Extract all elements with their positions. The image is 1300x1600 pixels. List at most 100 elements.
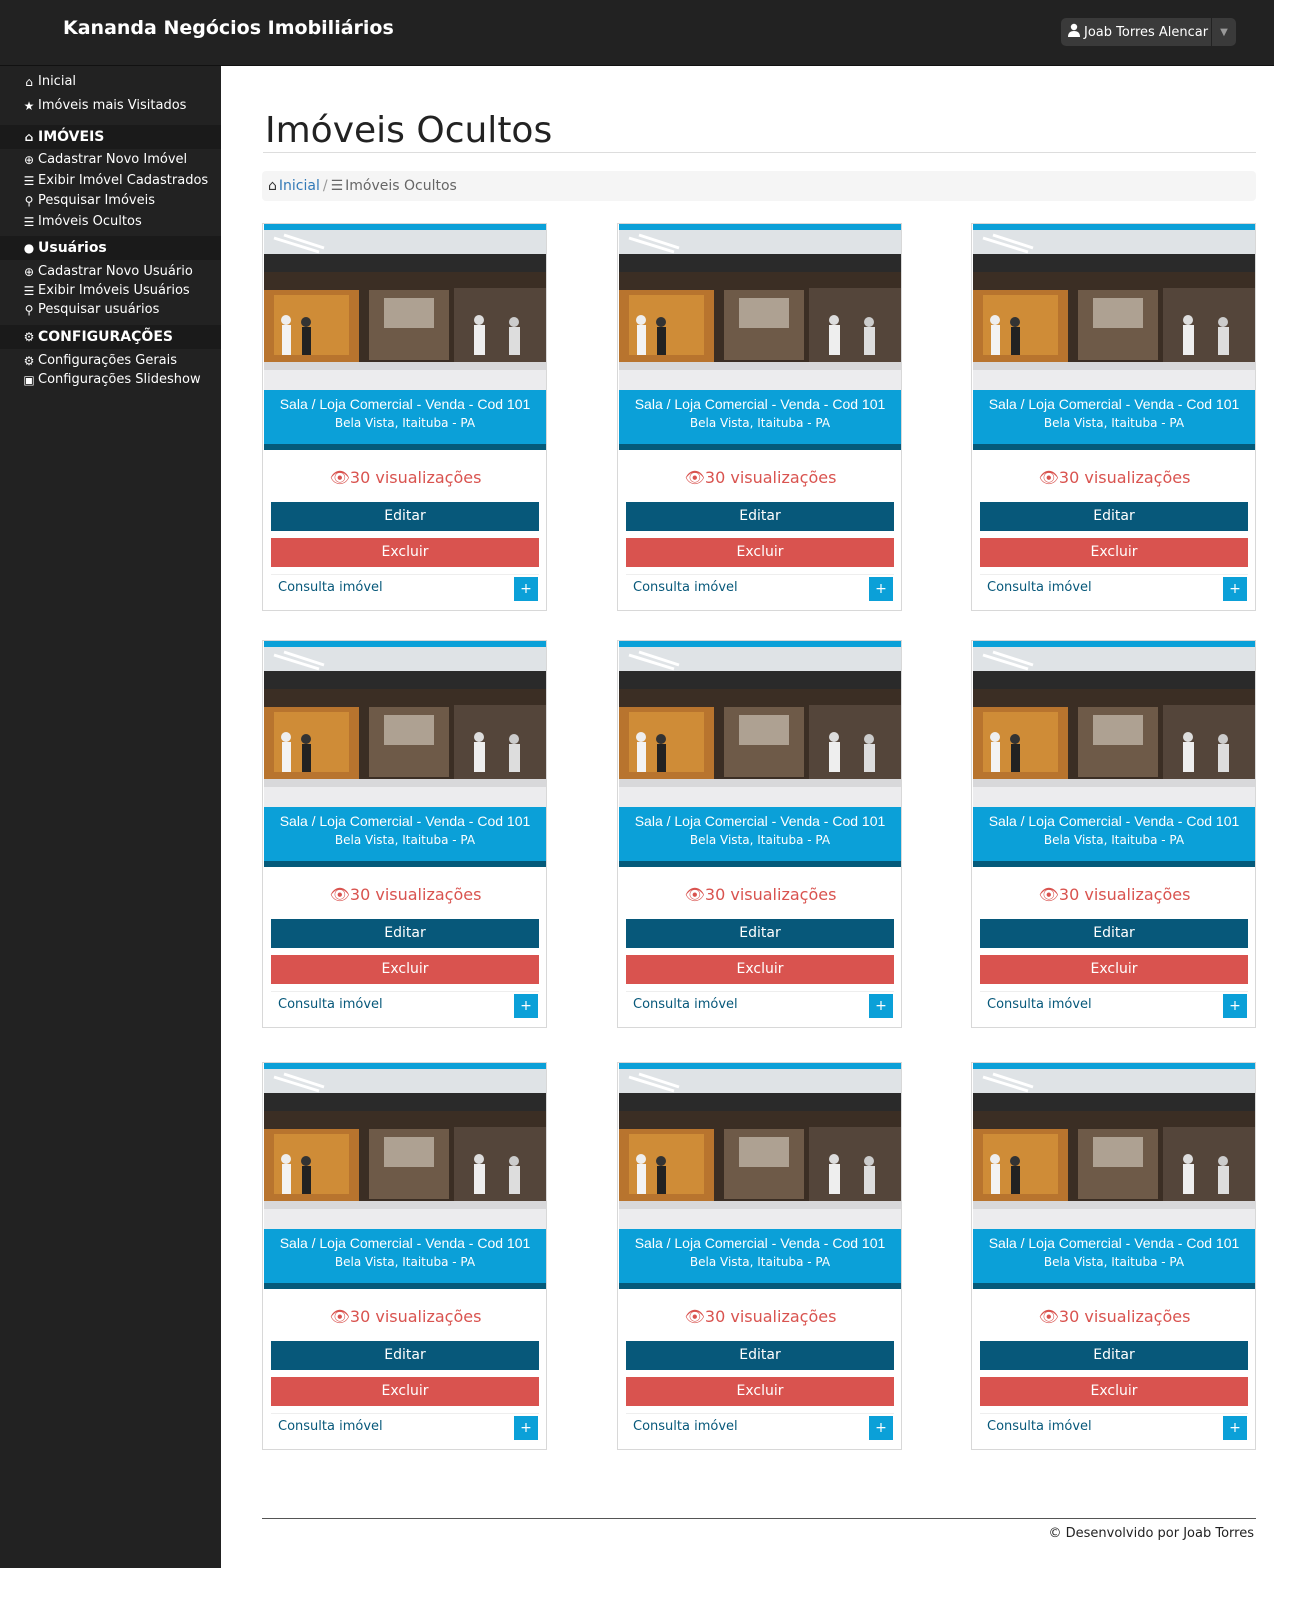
brand-title[interactable]: Kananda Negócios Imobiliários xyxy=(63,17,394,39)
property-location: Bela Vista, Itaituba - PA xyxy=(334,416,476,430)
edit-button[interactable]: Editar xyxy=(271,1341,539,1370)
property-photo[interactable]: RICHARDS xyxy=(619,1063,901,1229)
footer-text: © Desenvolvido por Joab Torres xyxy=(1048,1526,1254,1541)
consult-property-link[interactable]: Consulta imóvel xyxy=(278,997,383,1012)
sidebar-item-pesquisar-imoveis[interactable]: ⚲ Pesquisar Imóveis xyxy=(22,193,155,208)
property-info-band: Sala / Loja Comercial - Venda - Cod 101 … xyxy=(264,390,546,450)
plus-icon[interactable]: + xyxy=(514,577,538,601)
plus-icon[interactable]: + xyxy=(514,1416,538,1440)
sidebar-item-exibir-imovel[interactable]: ☰ Exibir Imóvel Cadastrados xyxy=(22,173,209,188)
plus-icon[interactable]: + xyxy=(869,994,893,1018)
sidebar-item-pesquisar-usuarios[interactable]: ⚲ Pesquisar usuários xyxy=(22,302,160,317)
property-info-band: Sala / Loja Comercial - Venda - Cod 101 … xyxy=(973,1229,1255,1289)
sidebar-item-config-slideshow[interactable]: ▣ Configurações Slideshow xyxy=(22,372,200,387)
user-menu-button[interactable]: Joab Torres Alencar ▼ xyxy=(1061,18,1236,46)
delete-button[interactable]: Excluir xyxy=(626,538,894,567)
property-photo[interactable]: RICHARDS xyxy=(973,224,1255,390)
consult-property-link[interactable]: Consulta imóvel xyxy=(633,997,738,1012)
property-photo[interactable]: RICHARDS xyxy=(973,1063,1255,1229)
plus-icon[interactable]: + xyxy=(1223,994,1247,1018)
list-icon: ☰ xyxy=(23,173,35,188)
delete-button[interactable]: Excluir xyxy=(980,538,1248,567)
sidebar-heading-imoveis: ⌂ IMÓVEIS xyxy=(0,125,221,149)
user-icon: ● xyxy=(23,241,35,255)
sidebar: ⌂ Inicial ★ Imóveis mais Visitados ⌂ IMÓ… xyxy=(0,66,221,1568)
property-photo[interactable]: RICHARDS xyxy=(619,641,901,807)
consult-property-link[interactable]: Consulta imóvel xyxy=(987,1419,1092,1434)
consult-property-link[interactable]: Consulta imóvel xyxy=(987,580,1092,595)
plus-circle-icon: ⊕ xyxy=(23,152,35,167)
consult-property-link[interactable]: Consulta imóvel xyxy=(987,997,1092,1012)
property-photo[interactable]: RICHARDS xyxy=(264,224,546,390)
sidebar-item-exibir-usuarios[interactable]: ☰ Exibir Imóveis Usuários xyxy=(22,283,190,298)
property-info-band: Sala / Loja Comercial - Venda - Cod 101 … xyxy=(264,807,546,867)
store-photo: RICHARDS xyxy=(619,230,901,390)
store-photo: RICHARDS xyxy=(264,230,546,390)
edit-button[interactable]: Editar xyxy=(626,1341,894,1370)
property-location: Bela Vista, Itaituba - PA xyxy=(1043,1255,1185,1269)
views-count: 👁30 visualizações xyxy=(1038,468,1191,487)
edit-button[interactable]: Editar xyxy=(980,919,1248,948)
search-icon: ⚲ xyxy=(24,302,34,317)
sidebar-item-mais-visitados[interactable]: ★ Imóveis mais Visitados xyxy=(22,98,187,113)
sidebar-item-cadastrar-usuario[interactable]: ⊕ Cadastrar Novo Usuário xyxy=(22,264,193,279)
top-navbar: Kananda Negócios Imobiliários Joab Torre… xyxy=(0,0,1274,66)
store-photo: RICHARDS xyxy=(973,1069,1255,1229)
views-count: 👁30 visualizações xyxy=(684,468,837,487)
sidebar-item-inicial[interactable]: ⌂ Inicial xyxy=(22,74,76,89)
views-count: 👁30 visualizações xyxy=(1038,1307,1191,1326)
sidebar-item-config-gerais[interactable]: ⚙ Configurações Gerais xyxy=(22,353,177,368)
property-photo[interactable]: RICHARDS xyxy=(264,1063,546,1229)
views-count: 👁30 visualizações xyxy=(684,885,837,904)
user-name: Joab Torres Alencar xyxy=(1084,24,1209,40)
delete-button[interactable]: Excluir xyxy=(271,955,539,984)
store-photo: RICHARDS xyxy=(619,1069,901,1229)
list-icon: ☰ xyxy=(23,214,35,229)
card-divider xyxy=(980,574,1248,575)
property-card: RICHARDS Sala / Loja Comercial - Venda -… xyxy=(262,640,547,1028)
plus-icon[interactable]: + xyxy=(1223,577,1247,601)
property-title: Sala / Loja Comercial - Venda - Cod 101 xyxy=(634,813,886,829)
property-photo[interactable]: RICHARDS xyxy=(619,224,901,390)
delete-button[interactable]: Excluir xyxy=(980,1377,1248,1406)
eye-icon: 👁 xyxy=(1038,1307,1059,1326)
property-location: Bela Vista, Itaituba - PA xyxy=(1043,416,1185,430)
edit-button[interactable]: Editar xyxy=(626,502,894,531)
edit-button[interactable]: Editar xyxy=(626,919,894,948)
consult-property-link[interactable]: Consulta imóvel xyxy=(278,580,383,595)
star-icon: ★ xyxy=(23,98,35,113)
property-photo[interactable]: RICHARDS xyxy=(264,641,546,807)
card-divider xyxy=(271,991,539,992)
property-title: Sala / Loja Comercial - Venda - Cod 101 xyxy=(634,1235,886,1251)
chevron-down-icon[interactable]: ▼ xyxy=(1211,18,1236,46)
plus-icon[interactable]: + xyxy=(869,1416,893,1440)
card-divider xyxy=(626,991,894,992)
sidebar-item-imoveis-ocultos[interactable]: ☰ Imóveis Ocultos xyxy=(22,214,142,229)
plus-circle-icon: ⊕ xyxy=(23,264,35,279)
breadcrumb-home-link[interactable]: Inicial xyxy=(279,178,320,194)
eye-icon: 👁 xyxy=(329,468,350,487)
consult-property-link[interactable]: Consulta imóvel xyxy=(278,1419,383,1434)
edit-button[interactable]: Editar xyxy=(980,502,1248,531)
consult-property-link[interactable]: Consulta imóvel xyxy=(633,580,738,595)
delete-button[interactable]: Excluir xyxy=(626,1377,894,1406)
property-card: RICHARDS Sala / Loja Comercial - Venda -… xyxy=(971,1062,1256,1450)
delete-button[interactable]: Excluir xyxy=(271,1377,539,1406)
eye-icon: 👁 xyxy=(684,1307,705,1326)
plus-icon[interactable]: + xyxy=(1223,1416,1247,1440)
property-photo[interactable]: RICHARDS xyxy=(973,641,1255,807)
plus-icon[interactable]: + xyxy=(514,994,538,1018)
card-divider xyxy=(271,1413,539,1414)
edit-button[interactable]: Editar xyxy=(271,919,539,948)
delete-button[interactable]: Excluir xyxy=(980,955,1248,984)
edit-button[interactable]: Editar xyxy=(980,1341,1248,1370)
eye-icon: 👁 xyxy=(329,1307,350,1326)
property-card: RICHARDS Sala / Loja Comercial - Venda -… xyxy=(617,640,902,1028)
sidebar-item-cadastrar-imovel[interactable]: ⊕ Cadastrar Novo Imóvel xyxy=(22,152,187,167)
delete-button[interactable]: Excluir xyxy=(626,955,894,984)
plus-icon[interactable]: + xyxy=(869,577,893,601)
delete-button[interactable]: Excluir xyxy=(271,538,539,567)
edit-button[interactable]: Editar xyxy=(271,502,539,531)
consult-property-link[interactable]: Consulta imóvel xyxy=(633,1419,738,1434)
property-location: Bela Vista, Itaituba - PA xyxy=(689,1255,831,1269)
